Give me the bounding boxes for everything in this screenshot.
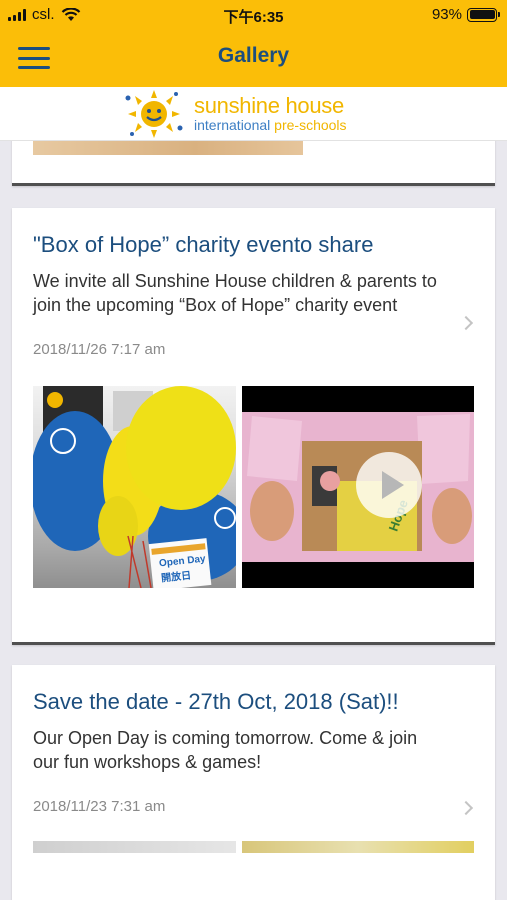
sun-logo-icon	[125, 90, 183, 138]
top-bar: csl. 下午6:35 93% Gallery	[0, 0, 507, 87]
previous-post-card[interactable]	[12, 141, 495, 186]
logo-text: sunshine house international pre-schools	[194, 93, 347, 134]
play-icon	[382, 471, 404, 499]
balloons-photo[interactable]: Open Day 開放日	[33, 386, 236, 588]
post-body: We invite all Sunshine House children & …	[33, 271, 437, 315]
post-card[interactable]: Save the date - 27th Oct, 2018 (Sat)!! O…	[12, 665, 495, 900]
status-time: 下午6:35	[223, 9, 284, 26]
chevron-right-icon[interactable]	[458, 315, 474, 331]
post-card[interactable]: "Box of Hope” charity evento share We in…	[12, 208, 495, 645]
post-photo[interactable]	[242, 841, 474, 853]
video-thumbnail[interactable]: Hope	[242, 386, 474, 588]
page-title: Gallery	[217, 44, 290, 67]
logo-line2: international pre-schools	[194, 117, 347, 133]
post-thumbnails: Open Day 開放日	[33, 386, 474, 588]
gallery-feed[interactable]: "Box of Hope” charity evento share We in…	[0, 141, 507, 900]
post-title[interactable]: Save the date - 27th Oct, 2018 (Sat)!!	[33, 687, 474, 716]
battery-percent: 93%	[431, 6, 462, 23]
status-bar: csl. 下午6:35 93%	[0, 0, 507, 30]
post-photo[interactable]	[33, 841, 236, 853]
logo-line2-a: international	[194, 117, 271, 133]
status-right: 93%	[431, 6, 500, 23]
logo-bar: sunshine house international pre-schools	[0, 87, 507, 141]
post-date: 2018/11/23 7:31 am	[33, 798, 166, 815]
open-day-card-chinese: 開放日	[160, 570, 192, 585]
logo-line2-b: pre-schools	[274, 117, 347, 133]
nav-bar: Gallery	[0, 30, 507, 87]
post-date: 2018/11/26 7:17 am	[33, 341, 166, 358]
previous-post-image[interactable]	[33, 141, 303, 155]
logo-line1: sunshine house	[194, 93, 344, 118]
brand-logo: sunshine house international pre-schools	[124, 87, 347, 141]
post-body: Our Open Day is coming tomorrow. Come & …	[33, 728, 418, 772]
post-thumbnails	[33, 841, 474, 853]
battery-icon	[467, 7, 500, 22]
post-title[interactable]: "Box of Hope” charity evento share	[33, 230, 474, 259]
play-button[interactable]	[356, 452, 422, 518]
